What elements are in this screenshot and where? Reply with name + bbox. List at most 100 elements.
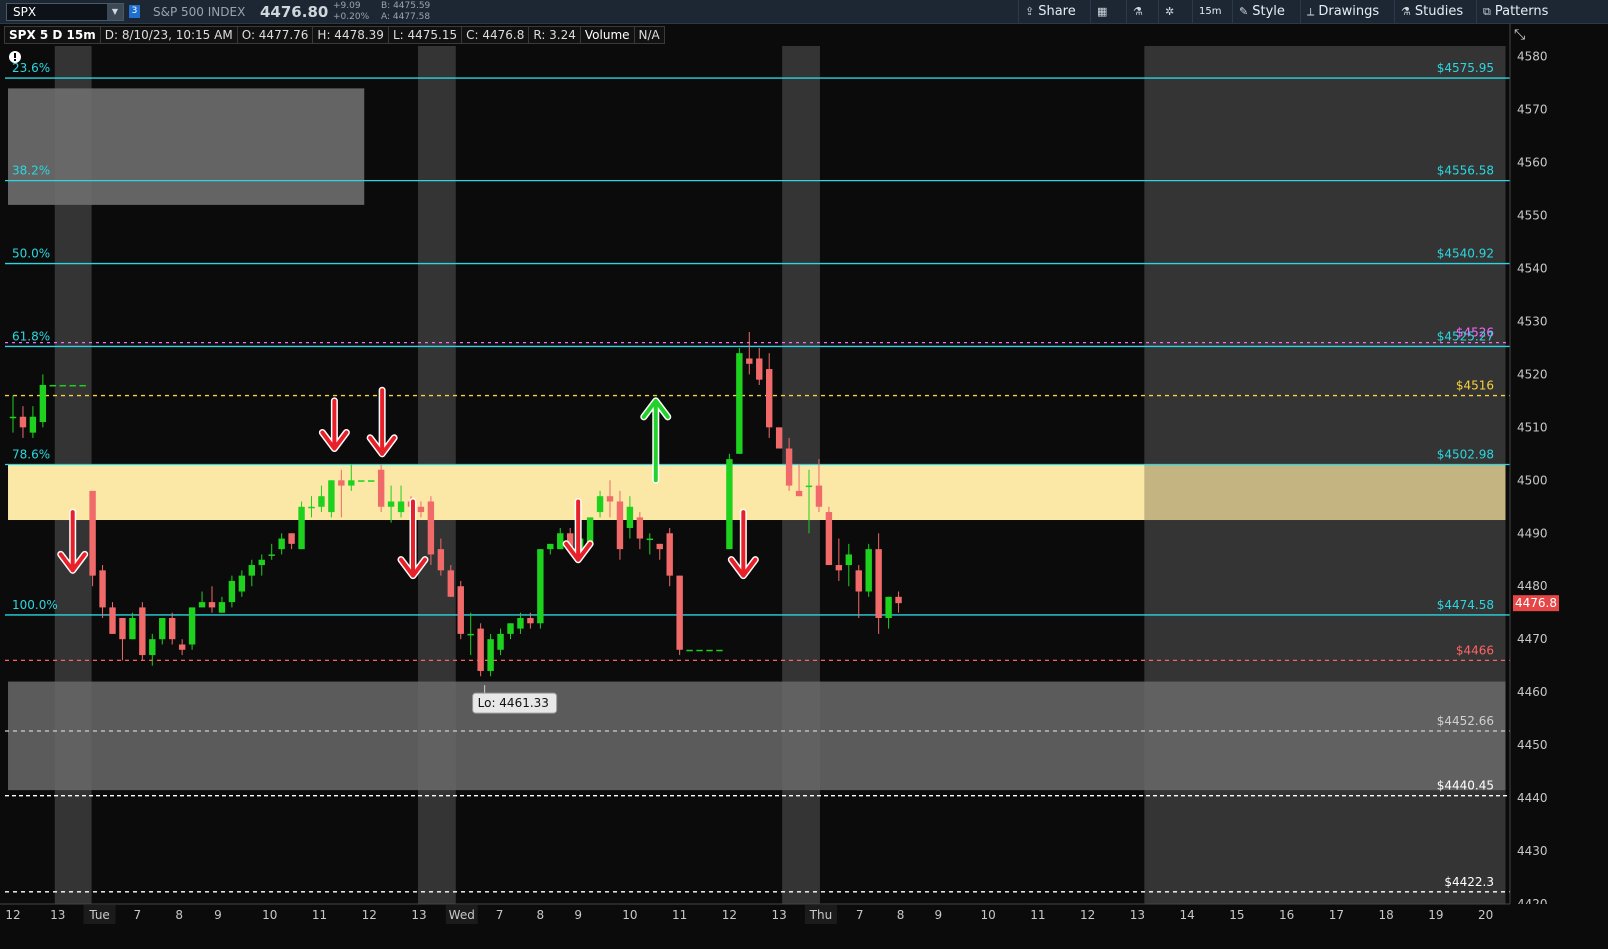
candle-body [328, 480, 335, 513]
price-level-label: $4516 [1456, 379, 1494, 393]
candle-body [557, 533, 564, 550]
candle-body [527, 618, 534, 624]
fib-percent-label: 78.6% [12, 448, 50, 462]
candle-body [646, 538, 653, 541]
x-tick-label: 13 [411, 908, 426, 922]
candle-body [288, 533, 295, 544]
candle-body [358, 480, 365, 482]
y-tick-label: 4540 [1517, 261, 1548, 275]
candle-body [139, 607, 146, 656]
fib-percent-label: 61.8% [12, 329, 50, 343]
x-tick-label: 8 [175, 908, 183, 922]
x-tick-label: 12 [5, 908, 20, 922]
x-tick-label: 11 [1030, 908, 1045, 922]
y-tick-label: 4440 [1517, 791, 1548, 805]
candle-body [835, 565, 843, 571]
price-chart[interactable]: $4526$4516$4466$4452.66$4440.45$4422.3 2… [0, 0, 1608, 949]
collapse-icon[interactable]: ⤡ [1514, 27, 1525, 43]
y-tick-label: 4460 [1517, 685, 1548, 699]
x-tick-label: 20 [1478, 908, 1493, 922]
x-tick-label: 9 [935, 908, 943, 922]
candle-body [39, 384, 47, 423]
candle-body [756, 358, 763, 380]
low-callout-text: Lo: 4461.33 [478, 696, 549, 710]
candle-body [696, 649, 703, 652]
x-tick-label: 14 [1179, 908, 1194, 922]
fib-price-label: $4525.27 [1437, 329, 1494, 343]
x-tick-label: Thu [809, 908, 833, 922]
candle-body [198, 602, 206, 608]
candle-body [119, 618, 126, 640]
candle-body [626, 506, 634, 528]
x-tick-label: 12 [1080, 908, 1095, 922]
candle-body [606, 496, 614, 502]
x-tick-label: 13 [50, 908, 65, 922]
candle-body [895, 596, 902, 604]
candle-body [348, 480, 355, 486]
fib-percent-label: 100.0% [12, 598, 58, 612]
candle-body [387, 501, 395, 507]
candle-body [19, 416, 27, 428]
candle-body [338, 480, 345, 486]
x-tick-label: 11 [312, 908, 327, 922]
candle-body [467, 633, 474, 636]
fib-price-label: $4474.58 [1437, 598, 1494, 612]
fib-price-label: $4540.92 [1437, 247, 1494, 261]
candle-body [59, 384, 66, 387]
fib-price-label: $4575.95 [1437, 61, 1494, 75]
price-axis[interactable]: 4420443044404450446044704480449045004510… [1509, 24, 1608, 925]
volume-label[interactable]: Volume [579, 26, 635, 44]
fib-price-label: $4502.98 [1437, 448, 1494, 462]
bar-close: C: 4476.8 [461, 26, 530, 44]
candle-body [228, 580, 236, 603]
candle-body [686, 649, 693, 652]
x-tick-label: 10 [980, 908, 995, 922]
bar-high: H: 4478.39 [312, 26, 389, 44]
candle-body [785, 448, 793, 486]
fib-price-label: $4556.58 [1437, 164, 1494, 178]
candle-body [547, 543, 554, 550]
info-bar: SPX 5 D 15m D: 8/10/23, 10:15 AM O: 4477… [4, 26, 665, 44]
y-tick-label: 4570 [1517, 103, 1548, 117]
candle-body [487, 639, 494, 671]
candle-body [99, 570, 106, 608]
x-tick-label: 9 [574, 908, 582, 922]
candle-body [159, 618, 166, 640]
price-level-label: $4452.66 [1437, 714, 1494, 728]
x-tick-label: 10 [622, 908, 637, 922]
candle-body [586, 517, 594, 544]
y-tick-label: 4450 [1517, 738, 1548, 752]
candle-body [656, 543, 663, 550]
candle-body [258, 559, 265, 566]
candle-body [208, 602, 216, 608]
candle-body [517, 618, 524, 629]
candle-body [825, 512, 833, 566]
candle-body [507, 623, 514, 634]
time-axis-background [0, 904, 1608, 949]
candle-body [368, 480, 375, 482]
last-price-tag-label: 4476.8 [1515, 596, 1557, 610]
candle-body [636, 517, 644, 539]
resistance-zone-overlay [1144, 464, 1506, 521]
price-level-label: $4466 [1456, 643, 1494, 657]
y-tick-label: 4520 [1517, 367, 1548, 381]
x-tick-label: 18 [1378, 908, 1393, 922]
candle-body [169, 618, 176, 640]
candle-body [775, 427, 783, 449]
candle-body [805, 485, 813, 488]
x-tick-label: 10 [262, 908, 277, 922]
volume-value: N/A [633, 26, 665, 44]
candle-body [845, 554, 852, 566]
candle-body [377, 469, 385, 507]
candle-body [188, 607, 196, 645]
candle-body [79, 384, 86, 387]
alert-icon[interactable] [9, 51, 21, 63]
time-axis[interactable]: 12 13 Tue 7 8 9 10 11 12 13 Wed 7 8 9 10 11 12 13 Thu 7 8 9 10… [0, 903, 1608, 949]
candle-body [616, 501, 624, 550]
candle-body [178, 644, 186, 650]
support-zone [8, 681, 1506, 791]
candle-body [69, 384, 76, 387]
candle-body [875, 549, 882, 618]
candle-body [238, 575, 246, 592]
candle-body [417, 506, 425, 513]
